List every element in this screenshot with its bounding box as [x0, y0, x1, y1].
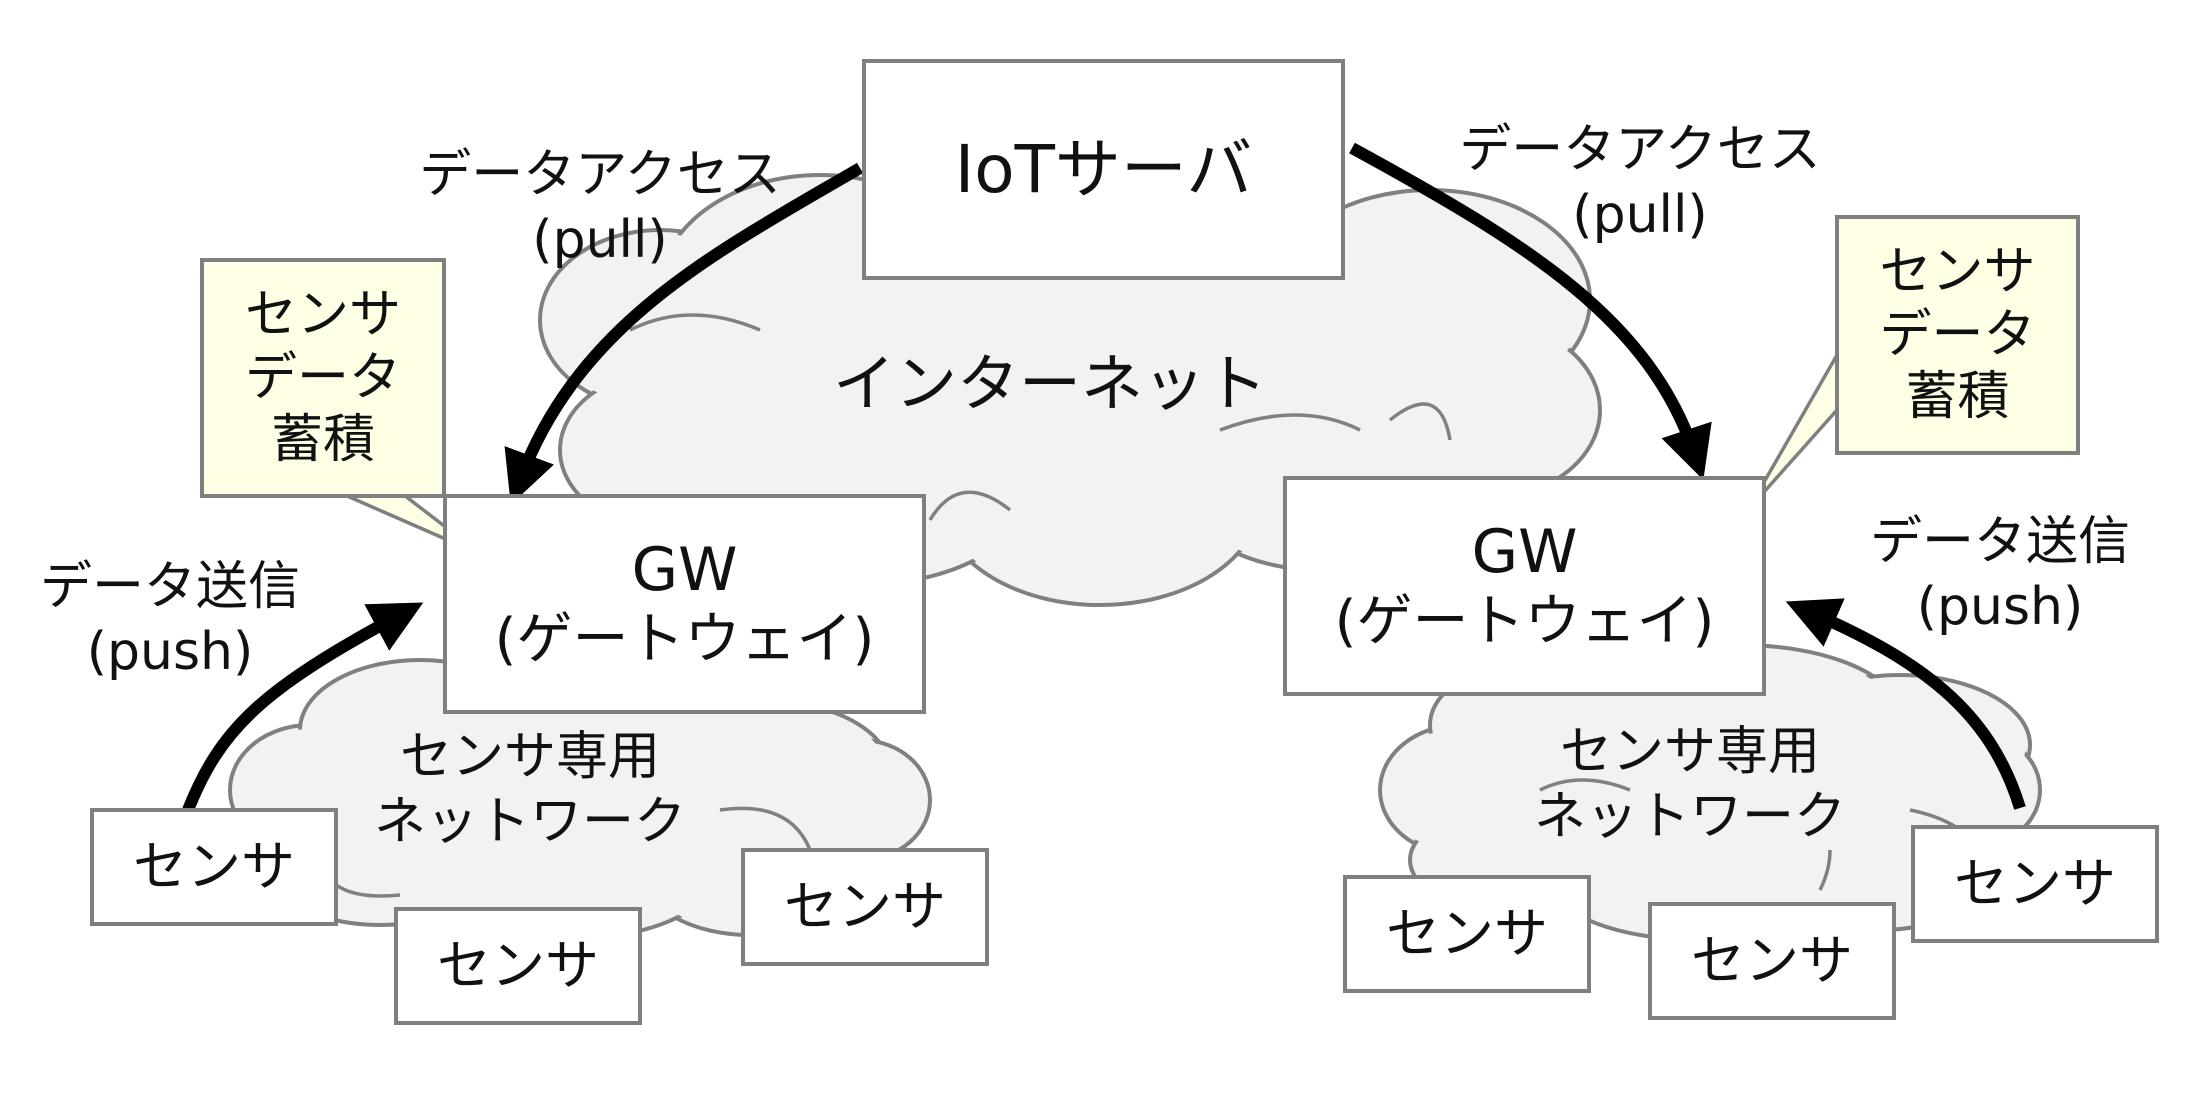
left-access-line1: データアクセス [419, 145, 781, 205]
right-sensor-1: センサ [1343, 875, 1591, 993]
left-sensor-3: センサ [741, 848, 989, 966]
right-sensor-2-label: センサ [1691, 928, 1853, 992]
left-access-label: データアクセス (pull) [380, 143, 820, 273]
left-access-line2: (pull) [532, 210, 668, 270]
left-send-line2: (push) [86, 622, 254, 682]
left-sensor-2: センサ [394, 907, 642, 1025]
right-note-line1: センサ [1879, 242, 2036, 303]
left-note-line2: データ [244, 347, 401, 408]
right-sensor-2: センサ [1648, 902, 1896, 1020]
right-send-line2: (push) [1916, 577, 2084, 637]
right-note-line2: データ [1879, 304, 2036, 365]
internet-label: インターネット [832, 347, 1267, 420]
left-storage-note: センサ データ 蓄積 [200, 258, 446, 498]
iot-server-box: IoTサーバ [862, 59, 1345, 280]
left-gateway-line1: GW [631, 535, 738, 606]
left-send-line1: データ送信 [39, 557, 300, 617]
right-access-line1: データアクセス [1459, 120, 1821, 180]
left-sensor-1: センサ [90, 808, 338, 926]
left-network-line1: センサ専用 [399, 727, 660, 787]
iot-server-label: IoTサーバ [954, 130, 1253, 208]
left-gateway-box: GW (ゲートウェイ) [443, 494, 926, 714]
right-note-line3: 蓄積 [1905, 367, 2010, 428]
left-note-line1: センサ [244, 285, 401, 346]
left-gateway-line2: (ゲートウェイ) [494, 607, 875, 673]
right-access-label: データアクセス (pull) [1420, 118, 1860, 248]
right-sensor-network-label: センサ専用 ネットワーク [1500, 720, 1880, 850]
network-diagram: インターネット IoTサーバ データアクセス (pull) データアクセス (p… [0, 0, 2189, 1095]
right-sensor-1-label: センサ [1386, 901, 1548, 965]
right-send-line1: データ送信 [1869, 512, 2130, 572]
right-network-line2: ネットワーク [1533, 787, 1846, 847]
right-gateway-line2: (ゲートウェイ) [1334, 589, 1715, 655]
right-sensor-3: センサ [1911, 825, 2159, 943]
left-sensor-2-label: センサ [437, 933, 599, 997]
right-storage-note: センサ データ 蓄積 [1835, 215, 2080, 455]
left-note-line3: 蓄積 [270, 410, 375, 471]
left-sensor-3-label: センサ [784, 874, 946, 938]
left-sensor-network-label: センサ専用 ネットワーク [340, 725, 720, 855]
right-send-label: データ送信 (push) [1850, 510, 2150, 640]
right-access-line2: (pull) [1572, 185, 1708, 245]
left-send-label: データ送信 (push) [20, 555, 320, 685]
right-gateway-box: GW (ゲートウェイ) [1283, 476, 1766, 696]
right-sensor-3-label: センサ [1954, 851, 2116, 915]
left-sensor-1-label: センサ [133, 834, 295, 898]
right-gateway-line1: GW [1471, 517, 1578, 588]
left-network-line2: ネットワーク [373, 792, 686, 852]
right-network-line1: センサ専用 [1559, 722, 1820, 782]
